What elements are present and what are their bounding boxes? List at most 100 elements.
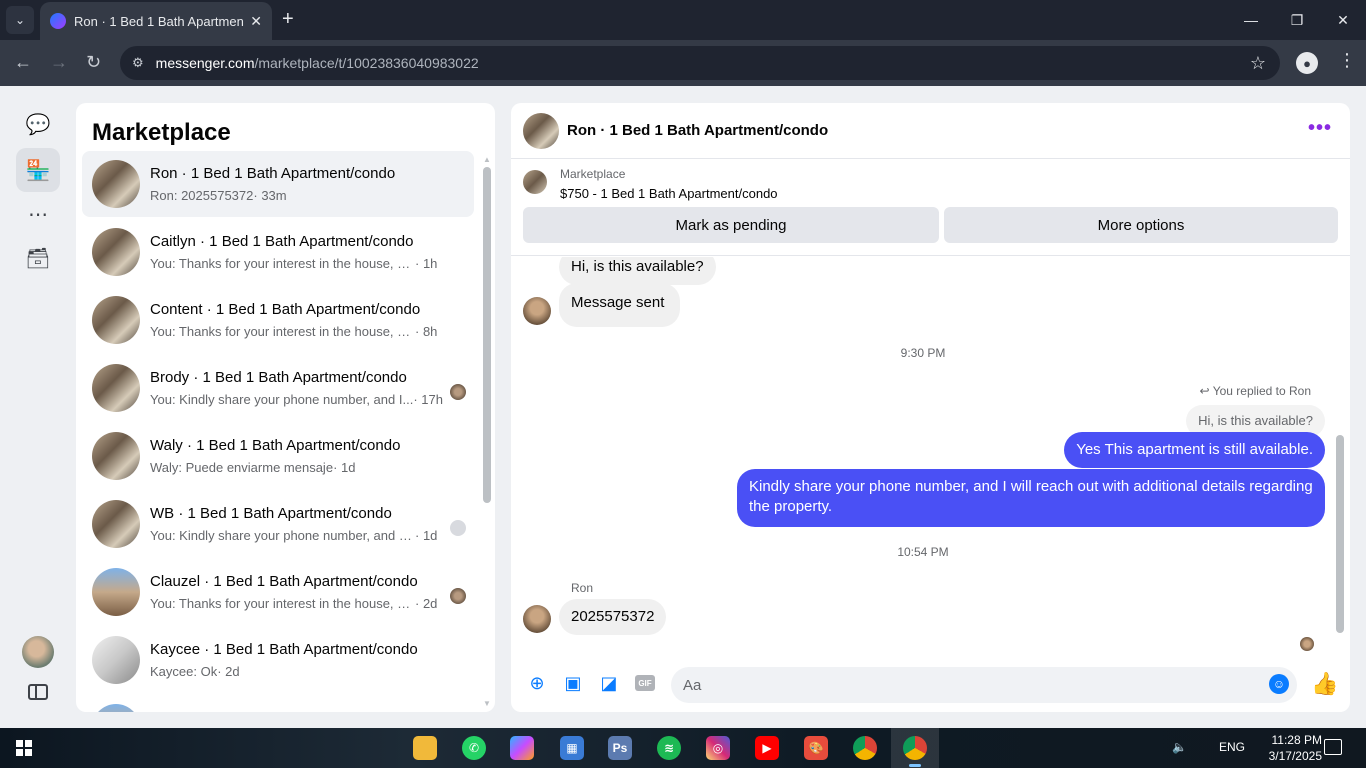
listing-category: Marketplace [560,167,626,181]
like-icon[interactable]: 👍 [1311,671,1338,697]
windows-start-icon[interactable] [16,740,32,756]
chrome-profile-icon[interactable] [903,736,927,767]
restore-button[interactable]: ❐ [1274,0,1320,40]
conversation-avatar [92,432,140,480]
conversation-name: Kaycee · 1 Bed 1 Bath Apartment/condo [150,641,418,658]
forward-button[interactable]: → [50,52,68,73]
user-avatar[interactable] [22,636,54,668]
site-info-icon[interactable]: ⚙ [132,55,144,71]
window-close-button[interactable]: ✕ [1320,0,1366,40]
profile-icon[interactable]: ● [1296,52,1318,74]
conversation-item[interactable]: Clauzel · 1 Bed 1 Bath Apartment/condo Y… [82,559,474,625]
clock[interactable]: 11:28 PM 3/17/2025 [1252,732,1322,764]
chat-options-icon[interactable]: ••• [1308,117,1332,140]
gif-icon[interactable]: GIF [635,675,655,691]
photoshop-icon[interactable]: Ps [608,736,632,760]
chat-title[interactable]: Ron · 1 Bed 1 Bath Apartment/condo [567,122,828,139]
chat-avatar[interactable] [523,113,559,149]
chat-panel: Ron · 1 Bed 1 Bath Apartment/condo ••• M… [511,103,1350,712]
notification-icon[interactable] [1324,739,1342,755]
url-host: messenger.com [155,55,255,71]
conversation-preview: You: Kindly share your phone number, and… [150,528,437,543]
spotify-icon[interactable]: ≋ [657,736,681,760]
conversation-name: Waly · 1 Bed 1 Bath Apartment/condo [150,437,401,454]
browser-tab[interactable]: Ron · 1 Bed 1 Bath Apartment/condo ✕ [40,2,272,40]
sender-avatar [523,297,551,325]
conversation-item[interactable]: Caitlyn · 1 Bed 1 Bath Apartment/condo Y… [82,219,474,285]
whatsapp-icon[interactable]: ✆ [462,736,486,760]
seen-avatar [450,384,466,400]
conversation-item[interactable] [82,695,474,712]
conversation-name: Clauzel · 1 Bed 1 Bath Apartment/condo [150,573,418,590]
conversation-preview: Ron: 2025575372 · 33m [150,188,287,203]
more-options-button[interactable]: More options [944,207,1338,243]
youtube-icon[interactable]: ▶ [755,736,779,760]
seen-avatar [1300,637,1314,651]
list-scrollbar[interactable] [483,167,491,503]
conversation-preview: You: Thanks for your interest in the hou… [150,596,437,611]
emoji-icon[interactable]: ☺ [1269,674,1289,694]
language-indicator[interactable]: ENG [1219,740,1245,754]
conversation-preview: You: Kindly share your phone number, and… [150,392,443,407]
conversation-snippet: You: Thanks for your interest in the hou… [150,324,415,339]
conversation-item[interactable]: Content · 1 Bed 1 Bath Apartment/condo Y… [82,287,474,353]
tab-close-icon[interactable]: ✕ [250,13,262,30]
file-explorer-icon[interactable] [413,736,437,760]
listing-thumbnail[interactable] [523,170,547,194]
address-bar: ← → ↻ ⚙ messenger.com/marketplace/t/1002… [0,40,1366,86]
chats-icon[interactable]: 💬 [16,102,60,146]
conversation-list: Marketplace Ron · 1 Bed 1 Bath Apartment… [76,103,495,712]
conversation-preview: Waly: Puede enviarme mensaje · 1d [150,460,355,475]
conversation-avatar [92,364,140,412]
conversation-snippet: Waly: Puede enviarme mensaje [150,460,334,475]
tab-search-button[interactable]: ⌄ [6,6,34,34]
new-tab-button[interactable]: + [282,8,294,31]
conversation-item[interactable]: Brody · 1 Bed 1 Bath Apartment/condo You… [82,355,474,421]
conversation-avatar [92,568,140,616]
reply-indicator-label: You replied to Ron [1212,384,1311,398]
message-bubble: 2025575372 [559,599,667,635]
message-bubble: Message sent [559,283,681,327]
seen-avatar [450,588,466,604]
listing-price[interactable]: $750 - 1 Bed 1 Bath Apartment/condo [560,186,778,201]
reload-button[interactable]: ↻ [86,52,101,73]
taskbar: ✆ ▦ Ps ≋ ◎ ▶ 🎨 🔈 ENG 11:28 PM 3/17/2025 [0,728,1366,768]
back-button[interactable]: ← [14,52,32,73]
add-icon[interactable]: ⊕ [527,673,547,693]
conversation-time: · 1h [415,256,438,271]
message-bubble: Hi, is this available? [559,257,716,285]
marketplace-icon[interactable]: 🏪 [16,148,60,192]
sticker-icon[interactable]: ◪ [599,673,619,693]
conversation-avatar [92,500,140,548]
copilot-icon[interactable] [510,736,534,760]
conversation-name: Content · 1 Bed 1 Bath Apartment/condo [150,301,421,318]
photo-icon[interactable]: ▣ [563,673,583,693]
paint-icon[interactable]: 🎨 [804,736,828,760]
seen-avatar [450,520,466,536]
archive-icon[interactable]: 🗃 [16,236,60,280]
conversation-time: · 17h [413,392,443,407]
browser-menu-icon[interactable]: ⋮ [1338,50,1356,71]
conversation-item[interactable]: WB · 1 Bed 1 Bath Apartment/condo You: K… [82,491,474,557]
sidebar-toggle-icon[interactable] [28,684,48,700]
store-icon[interactable]: ▦ [560,736,584,760]
message-input[interactable] [671,667,1297,703]
volume-icon[interactable]: 🔈 [1172,740,1187,754]
conversation-item[interactable]: Ron · 1 Bed 1 Bath Apartment/condo Ron: … [82,151,474,217]
conversation-item[interactable]: Waly · 1 Bed 1 Bath Apartment/condo Waly… [82,423,474,489]
bookmark-star-icon[interactable]: ☆ [1250,53,1266,74]
chrome-icon[interactable] [853,736,877,760]
url-field[interactable]: ⚙ messenger.com/marketplace/t/1002383604… [120,46,1280,80]
browser-tab-bar: ⌄ Ron · 1 Bed 1 Bath Apartment/condo ✕ +… [0,0,1366,40]
url-path: /marketplace/t/10023836040983022 [254,55,479,71]
requests-icon[interactable]: ⋯ [16,192,60,236]
mark-as-pending-button[interactable]: Mark as pending [523,207,939,243]
chat-scrollbar[interactable] [1336,435,1344,633]
timestamp: 9:30 PM [900,346,946,360]
minimize-button[interactable]: — [1228,0,1274,40]
conversation-item[interactable]: Kaycee · 1 Bed 1 Bath Apartment/condo Ka… [82,627,474,693]
instagram-icon[interactable]: ◎ [706,736,730,760]
scroll-up-arrow[interactable]: ▲ [483,155,491,164]
scroll-down-arrow[interactable]: ▼ [483,699,491,708]
chat-header: Ron · 1 Bed 1 Bath Apartment/condo ••• [511,103,1350,159]
